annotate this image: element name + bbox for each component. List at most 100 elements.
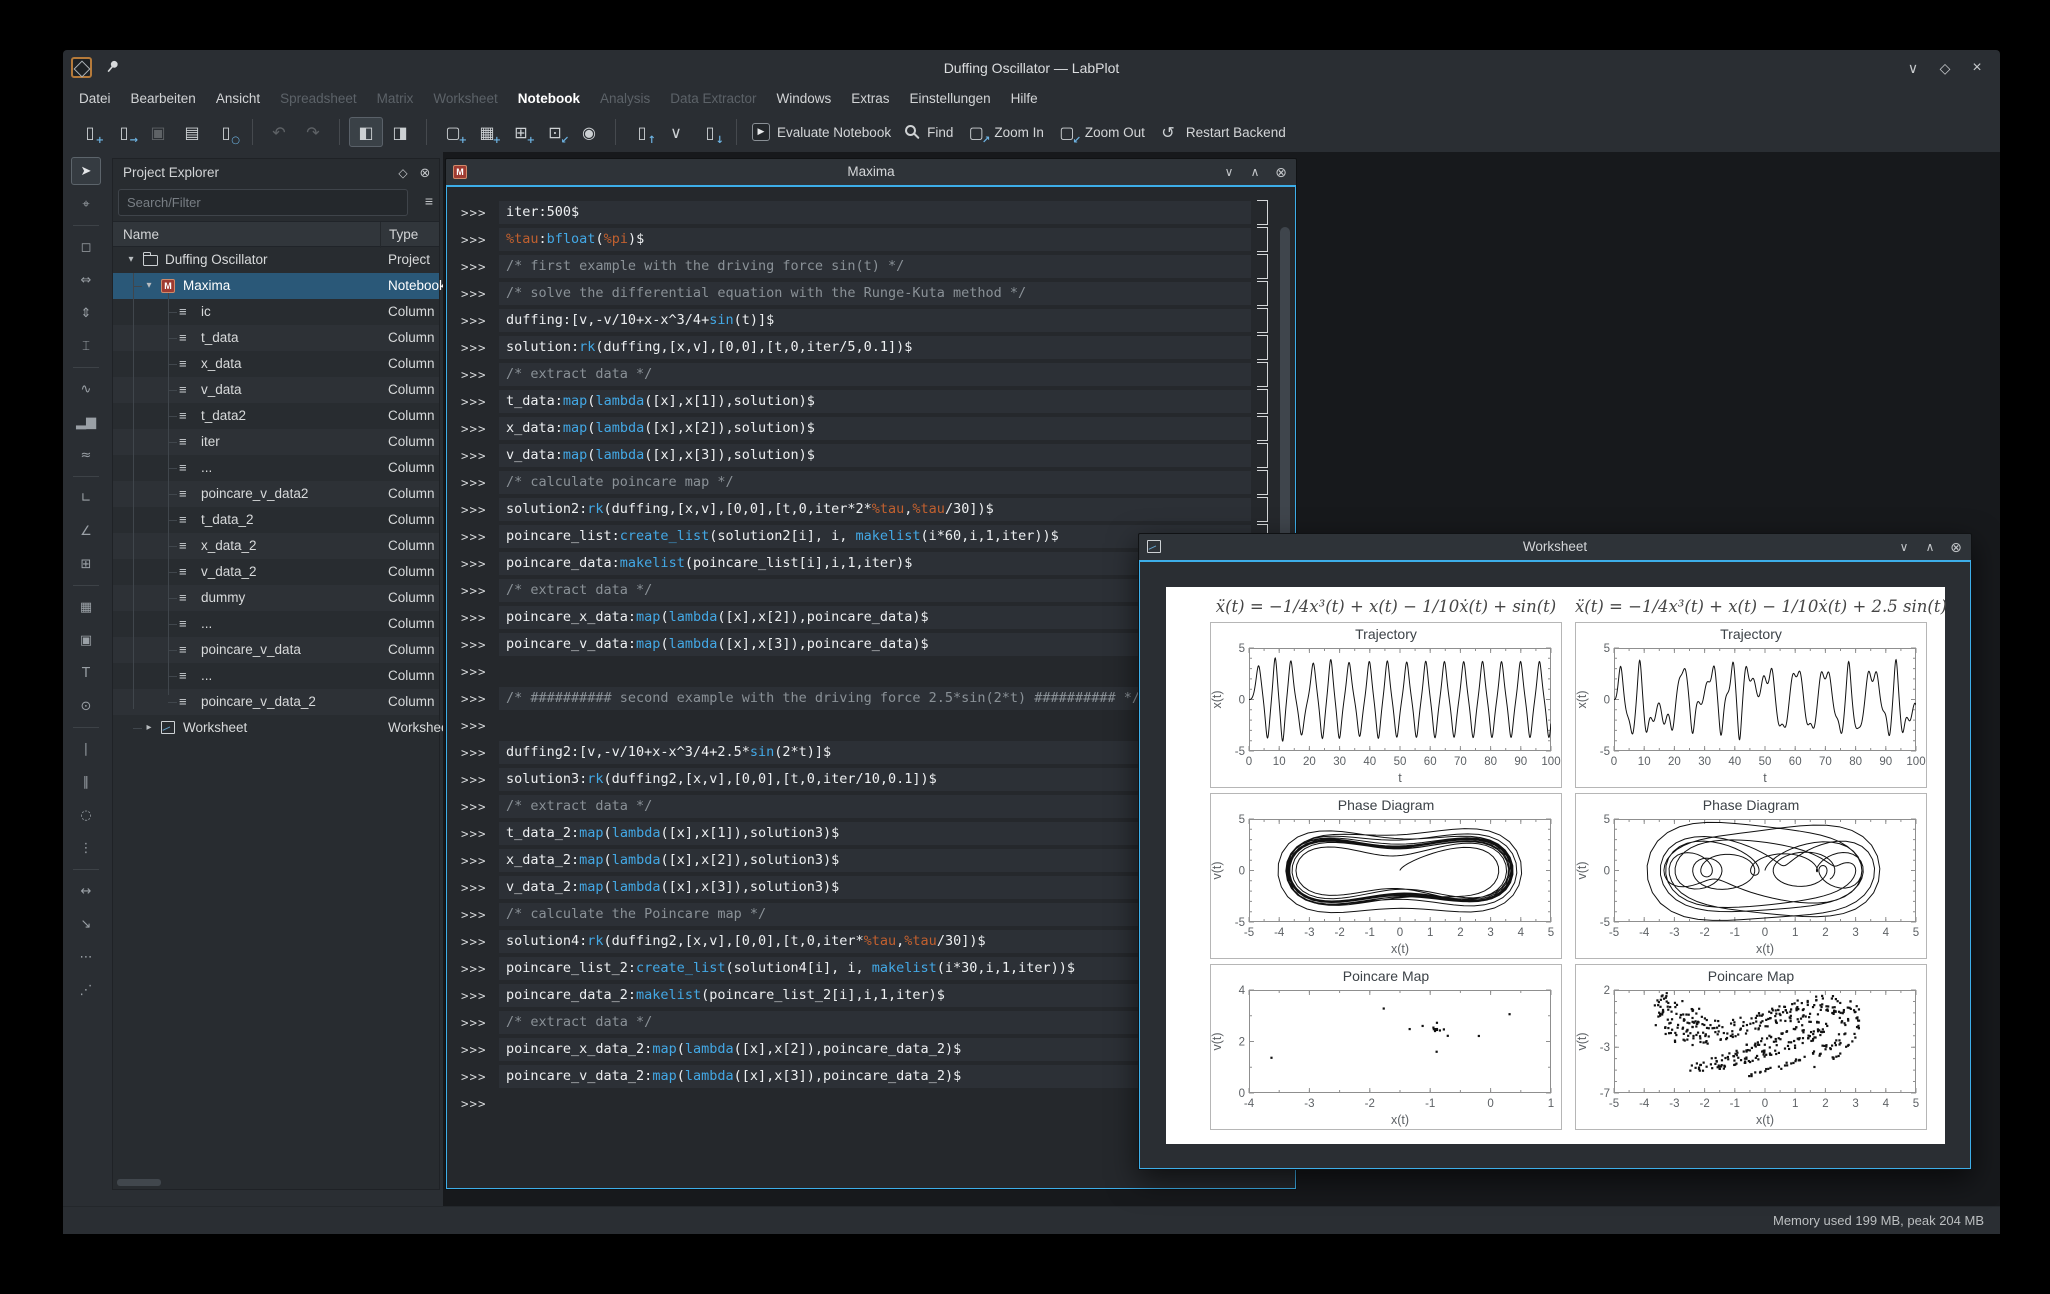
- column-header-name[interactable]: Name: [123, 222, 159, 248]
- menu-notebook[interactable]: Notebook: [508, 87, 590, 111]
- find-button[interactable]: Find: [897, 117, 959, 147]
- zoom-in-button[interactable]: ▢↗Zoom In: [959, 117, 1050, 147]
- equation-label-1[interactable]: ẍ(t) = −1/4x³(t) + x(t) − 1/10ẋ(t) + sin…: [1210, 597, 1562, 616]
- menu-extras[interactable]: Extras: [841, 87, 899, 111]
- trajectory-plot-1[interactable]: [1210, 622, 1562, 788]
- tree-row-dummy[interactable]: ≡dummyColumn: [113, 585, 439, 611]
- open-project-button[interactable]: ▯→: [107, 117, 141, 147]
- tree-row-t-data[interactable]: ≡t_dataColumn: [113, 325, 439, 351]
- fit-curve-tool-icon[interactable]: ≈: [71, 441, 101, 469]
- close-subwindow-icon[interactable]: ⊗: [1949, 539, 1963, 556]
- info-element-tool-icon[interactable]: ◌: [71, 801, 101, 829]
- xy-curve-tool-icon[interactable]: ∿: [71, 375, 101, 403]
- explorer-horizontal-scrollbar[interactable]: [113, 1179, 439, 1187]
- trajectory-plot-2[interactable]: [1575, 622, 1927, 788]
- shift-tool-icon[interactable]: ↘: [71, 910, 101, 938]
- zoom-x-select-tool-icon[interactable]: ⇔: [71, 266, 101, 294]
- tree-row-v-data[interactable]: ≡v_dataColumn: [113, 377, 439, 403]
- worksheet-titlebar[interactable]: Worksheet ∨ ∧ ⊗: [1139, 534, 1971, 560]
- move-tool-icon[interactable]: ↔: [71, 877, 101, 905]
- toggle-project-explorer-button[interactable]: ◧: [349, 117, 383, 147]
- menu-hilfe[interactable]: Hilfe: [1001, 87, 1048, 111]
- code-cell[interactable]: duffing:[v,-v/10+x-x^3/4+sin(t)]$: [499, 309, 1251, 332]
- tree-row-poincare-v-data-2[interactable]: ≡poincare_v_data_2Column: [113, 689, 439, 715]
- tree-row-poincare-v-data2[interactable]: ≡poincare_v_data2Column: [113, 481, 439, 507]
- more-tools-2-icon[interactable]: ⋰: [71, 976, 101, 1004]
- tree-row-worksheet[interactable]: ▸WorksheetWorksheet: [113, 715, 439, 741]
- phase-diagram-plot-2[interactable]: [1575, 793, 1927, 959]
- code-cell[interactable]: x_data:map(lambda([x],x[2]),solution)$: [499, 417, 1251, 440]
- export-button[interactable]: ▯↑: [625, 117, 659, 147]
- zoom-out-button[interactable]: ▢↙Zoom Out: [1050, 117, 1151, 147]
- histogram-tool-icon[interactable]: ▂▆: [71, 408, 101, 436]
- code-cell[interactable]: %tau:bfloat(%pi)$: [499, 228, 1251, 251]
- equation-label-2[interactable]: ẍ(t) = −1/4x³(t) + x(t) − 1/10ẋ(t) + 2.5…: [1575, 597, 1927, 616]
- spreadsheet-tool-icon[interactable]: ▦: [71, 593, 101, 621]
- restore-subwindow-icon[interactable]: ∧: [1923, 540, 1937, 554]
- print-button[interactable]: ▤: [175, 117, 209, 147]
- tree-row-x-data[interactable]: ≡x_dataColumn: [113, 351, 439, 377]
- tree-row-iter[interactable]: ≡iterColumn: [113, 429, 439, 455]
- code-cell[interactable]: v_data:map(lambda([x],x[3]),solution)$: [499, 444, 1251, 467]
- float-panel-icon[interactable]: ◇: [393, 159, 413, 187]
- maximize-window-icon[interactable]: ◇: [1936, 59, 1954, 77]
- titlebar[interactable]: Duffing Oscillator — LabPlot ∨ ◇ ×: [63, 50, 2000, 86]
- expander-icon[interactable]: ▾: [143, 273, 155, 299]
- code-cell[interactable]: /* first example with the driving force …: [499, 255, 1251, 278]
- toggle-properties-explorer-button[interactable]: ◨: [383, 117, 417, 147]
- restore-subwindow-icon[interactable]: ∧: [1248, 165, 1262, 179]
- zoom-y-select-tool-icon[interactable]: ⇕: [71, 299, 101, 327]
- poincare-map-plot-2[interactable]: [1575, 964, 1927, 1130]
- code-cell[interactable]: solution:rk(duffing,[x,v],[0,0],[t,0,ite…: [499, 336, 1251, 359]
- more-tools-1-icon[interactable]: ⋯: [71, 943, 101, 971]
- minimize-subwindow-icon[interactable]: ∨: [1897, 540, 1911, 554]
- tree-row-v-data-2[interactable]: ≡v_data_2Column: [113, 559, 439, 585]
- expander-icon[interactable]: ▸: [143, 715, 155, 741]
- tree-column-headers[interactable]: Name Type: [113, 221, 439, 247]
- filter-options-icon[interactable]: ≡: [425, 193, 433, 209]
- new-spreadsheet-button[interactable]: ▦+: [470, 117, 504, 147]
- close-subwindow-icon[interactable]: ⊗: [1274, 164, 1288, 181]
- shade-window-icon[interactable]: ∨: [1904, 59, 1922, 77]
- evaluate-notebook-button[interactable]: ▶Evaluate Notebook: [746, 117, 897, 147]
- legend-tool-icon[interactable]: ∠: [71, 517, 101, 545]
- tree-row-duffing-oscillator[interactable]: ▾Duffing OscillatorProject: [113, 247, 439, 273]
- tree-row-x-data-2[interactable]: ≡x_data_2Column: [113, 533, 439, 559]
- tree-row-maxima[interactable]: ▾MMaximaNotebook: [113, 273, 439, 299]
- tree-row-[interactable]: ≡...Column: [113, 663, 439, 689]
- code-cell[interactable]: solution2:rk(duffing,[x,v],[0,0],[t,0,it…: [499, 498, 1251, 521]
- new-notebook-button[interactable]: ▢+: [436, 117, 470, 147]
- phase-diagram-plot-1[interactable]: [1210, 793, 1562, 959]
- close-panel-icon[interactable]: ⊗: [415, 159, 435, 187]
- poincare-map-plot-1[interactable]: [1210, 964, 1562, 1130]
- zoom-select-tool-icon[interactable]: ◻: [71, 233, 101, 261]
- custom-point-tool-icon[interactable]: ⊙: [71, 692, 101, 720]
- tree-row-[interactable]: ≡...Column: [113, 455, 439, 481]
- code-cell[interactable]: t_data:map(lambda([x],x[1]),solution)$: [499, 390, 1251, 413]
- drop-line-tool-icon[interactable]: ⋮: [71, 834, 101, 862]
- menu-datei[interactable]: Datei: [69, 87, 121, 111]
- code-cell[interactable]: /* solve the differential equation with …: [499, 282, 1251, 305]
- reference-range-tool-icon[interactable]: ∥: [71, 768, 101, 796]
- restart-backend-button[interactable]: ↺Restart Backend: [1151, 117, 1292, 147]
- code-cell[interactable]: /* calculate poincare map */: [499, 471, 1251, 494]
- text-label-tool-icon[interactable]: T: [71, 659, 101, 687]
- plot-area-tool-icon[interactable]: ⊞: [71, 550, 101, 578]
- tree-row-ic[interactable]: ≡icColumn: [113, 299, 439, 325]
- code-cell[interactable]: /* extract data */: [499, 363, 1251, 386]
- select-tool-icon[interactable]: ➤: [71, 157, 101, 185]
- menu-bearbeiten[interactable]: Bearbeiten: [121, 87, 206, 111]
- reference-line-tool-icon[interactable]: ∣: [71, 735, 101, 763]
- tree-row-t-data-2[interactable]: ≡t_data_2Column: [113, 507, 439, 533]
- menu-ansicht[interactable]: Ansicht: [206, 87, 270, 111]
- import-from-file-button[interactable]: ⊡↙: [538, 117, 572, 147]
- new-matrix-button[interactable]: ⊞+: [504, 117, 538, 147]
- maxima-titlebar[interactable]: M Maxima ∨ ∧ ⊗: [446, 159, 1296, 185]
- code-cell[interactable]: iter:500$: [499, 201, 1251, 224]
- tree-row-[interactable]: ≡...Column: [113, 611, 439, 637]
- minimize-subwindow-icon[interactable]: ∨: [1222, 165, 1236, 179]
- import-button[interactable]: ▯↓: [693, 117, 727, 147]
- expander-icon[interactable]: ▾: [125, 247, 137, 273]
- crosshair-tool-icon[interactable]: ⌖: [71, 190, 101, 218]
- color-theme-button[interactable]: ◉: [572, 117, 606, 147]
